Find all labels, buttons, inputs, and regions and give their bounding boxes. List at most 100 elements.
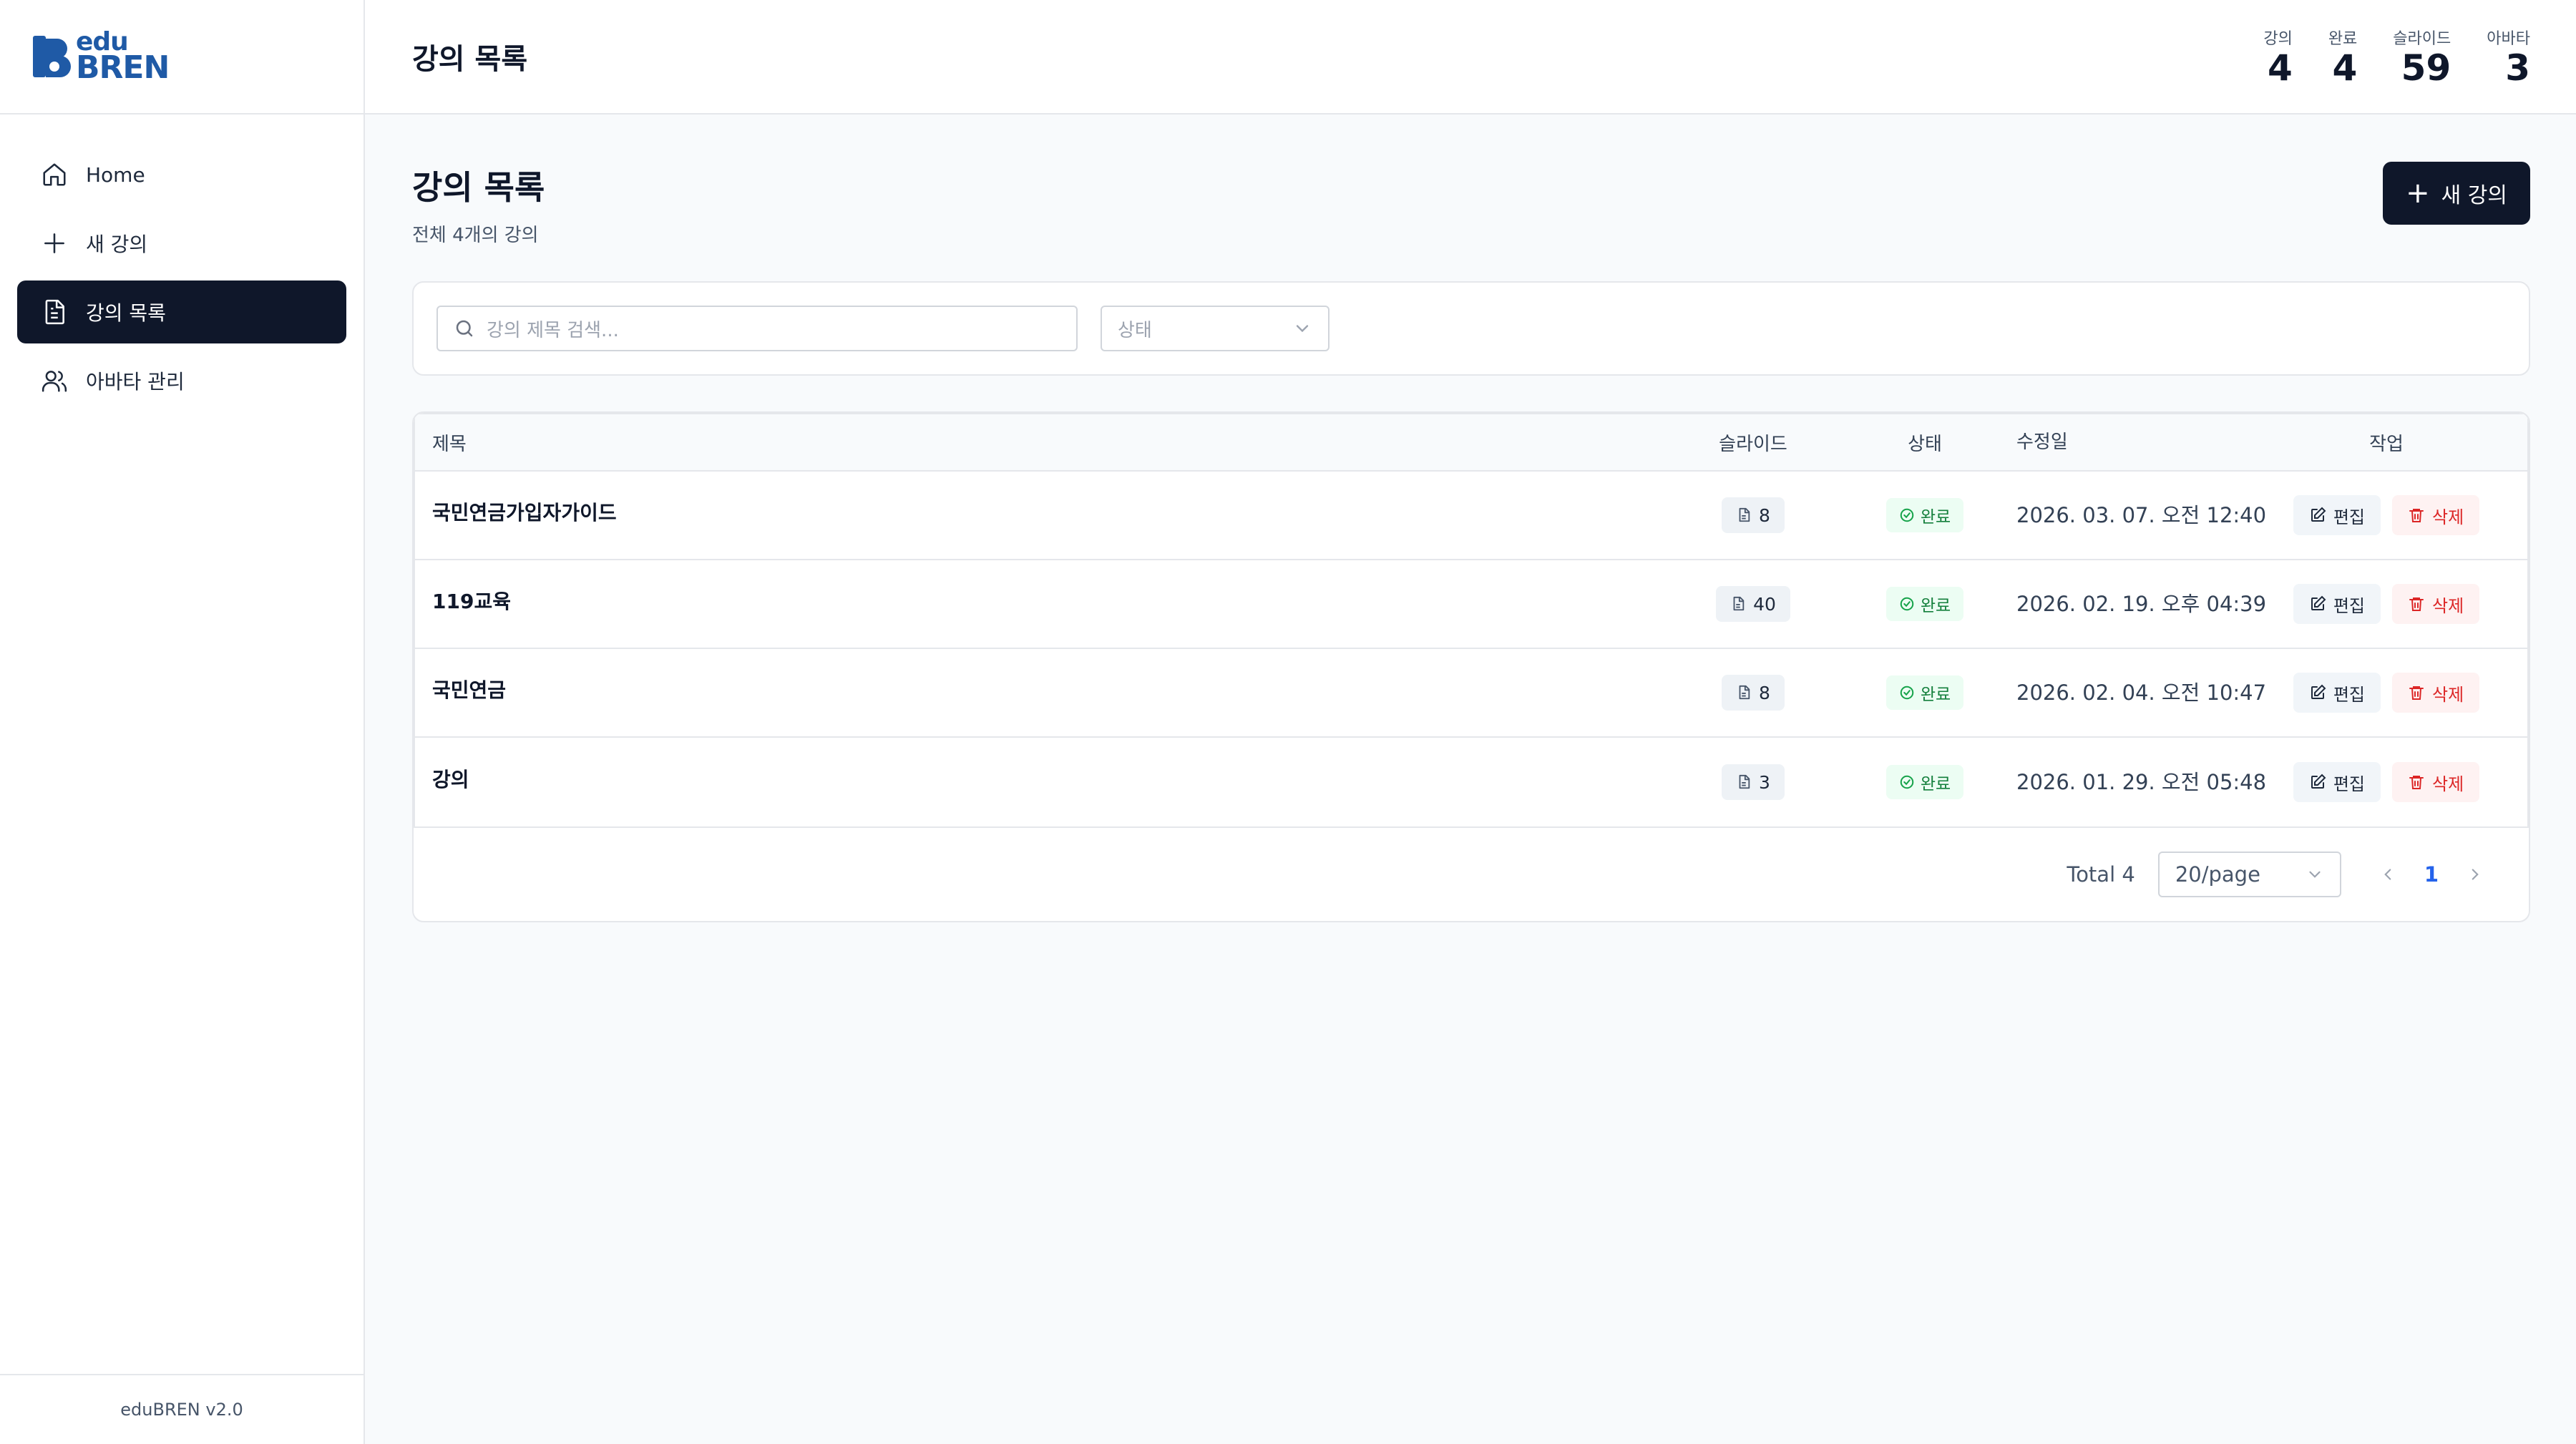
stat-label: 아바타: [2487, 29, 2530, 48]
trash-icon: [2409, 686, 2424, 700]
delete-button[interactable]: 삭제: [2392, 495, 2480, 535]
logo-mark: edu BREN: [33, 29, 170, 86]
slide-count: 8: [1759, 682, 1770, 703]
status-select[interactable]: 상태: [1101, 306, 1330, 351]
edit-button[interactable]: 편집: [2293, 673, 2381, 713]
status-badge: 완료: [1885, 498, 1964, 532]
delete-button[interactable]: 삭제: [2392, 673, 2480, 713]
file-icon: [1739, 774, 1750, 789]
table-row[interactable]: 119교육 40 완료 2026. 02. 19. 오후 04:39 편집 삭제: [415, 560, 2527, 649]
next-page-button[interactable]: [2464, 864, 2486, 885]
edit-button[interactable]: 편집: [2293, 762, 2381, 802]
chevron-down-icon: [2309, 871, 2321, 878]
new-lecture-label: 새 강의: [2441, 183, 2507, 208]
plus-icon: +: [2406, 177, 2430, 210]
document-icon: [40, 298, 69, 326]
modified-date: 2026. 02. 19. 오후 04:39: [2016, 592, 2267, 616]
search-input[interactable]: 강의 제목 검색...: [436, 306, 1078, 351]
column-header-title[interactable]: 제목: [415, 429, 1667, 456]
check-circle-icon: [1900, 508, 1914, 522]
logo-bren-text: BREN: [76, 49, 170, 86]
prev-page-button[interactable]: [2377, 864, 2399, 885]
stat-value: 3: [2505, 47, 2530, 89]
check-circle-icon: [1900, 775, 1914, 789]
slide-count-badge: 40: [1716, 586, 1790, 622]
delete-button[interactable]: 삭제: [2392, 762, 2480, 802]
status-badge: 완료: [1885, 765, 1964, 799]
table-row[interactable]: 국민연금 8 완료 2026. 02. 04. 오전 10:47 편집 삭제: [415, 649, 2527, 738]
slide-count: 8: [1759, 504, 1770, 526]
stat-slides: 슬라이드 59: [2393, 26, 2451, 88]
edit-icon: [2311, 507, 2326, 522]
status-label: 완료: [1920, 686, 1951, 704]
stat-completed: 완료 4: [2328, 26, 2357, 88]
edit-label: 편집: [2333, 507, 2365, 527]
column-header-slides[interactable]: 슬라이드: [1667, 429, 1839, 456]
search-icon: [456, 320, 473, 337]
trash-icon: [2409, 597, 2424, 611]
status-label: 완료: [1920, 597, 1951, 615]
sidebar-item-avatars[interactable]: 아바타 관리: [17, 349, 346, 412]
sidebar-item-lecture-list[interactable]: 강의 목록: [17, 280, 346, 343]
page-subtitle: 전체 4개의 강의: [412, 225, 539, 246]
table-row[interactable]: 국민연금가입자가이드 8 완료 2026. 03. 07. 오전 12:40 편…: [415, 472, 2527, 560]
sidebar: edu BREN Home 새 강의 강의 목록 아바타 관리 eduBREN …: [0, 0, 365, 1444]
status-label: 완료: [1920, 775, 1951, 794]
sidebar-item-new-lecture[interactable]: 새 강의: [17, 212, 346, 275]
modified-date: 2026. 01. 29. 오전 05:48: [2016, 770, 2267, 794]
lecture-title[interactable]: 국민연금가입자가이드: [415, 497, 1667, 526]
modified-date: 2026. 02. 04. 오전 10:47: [2016, 680, 2267, 705]
stat-value: 4: [2332, 47, 2358, 89]
status-badge: 완료: [1885, 675, 1964, 710]
stat-label: 완료: [2328, 29, 2358, 48]
lecture-title[interactable]: 119교육: [415, 586, 1667, 615]
page-size-select[interactable]: 20/page: [2157, 852, 2341, 897]
edit-label: 편집: [2333, 595, 2365, 616]
chevron-down-icon: [1296, 325, 1309, 333]
delete-label: 삭제: [2432, 774, 2464, 794]
page-size-value: 20/page: [2175, 862, 2260, 887]
slide-count-badge: 8: [1722, 675, 1785, 711]
chevron-left-icon: [2384, 869, 2391, 880]
brand-logo[interactable]: edu BREN: [0, 0, 364, 114]
stat-label: 강의: [2263, 29, 2293, 48]
edit-button[interactable]: 편집: [2293, 584, 2381, 624]
page-header: 강의 목록 전체 4개의 강의 + 새 강의: [412, 162, 2530, 247]
table-row[interactable]: 강의 3 완료 2026. 01. 29. 오전 05:48 편집 삭제: [415, 738, 2527, 826]
lecture-title[interactable]: 강의: [415, 764, 1667, 793]
chevron-right-icon: [2472, 869, 2479, 880]
pagination: Total 4 20/page 1: [414, 828, 2529, 921]
column-header-date[interactable]: 수정일: [2011, 426, 2268, 459]
check-circle-icon: [1900, 597, 1914, 611]
slide-count: 40: [1753, 593, 1776, 615]
column-header-status[interactable]: 상태: [1839, 429, 2011, 456]
top-header: 강의 목록 강의 4 완료 4 슬라이드 59 아바타 3: [365, 0, 2576, 114]
sidebar-item-label: 새 강의: [86, 233, 148, 256]
lecture-table: 제목 슬라이드 상태 수정일 작업 국민연금가입자가이드 8 완료 2026. …: [414, 413, 2529, 828]
pagination-total: Total 4: [2067, 862, 2135, 887]
lecture-title[interactable]: 국민연금: [415, 675, 1667, 703]
delete-label: 삭제: [2432, 595, 2464, 616]
file-icon: [1739, 507, 1750, 522]
home-icon: [40, 160, 69, 189]
trash-icon: [2409, 509, 2424, 522]
stat-value: 59: [2401, 47, 2451, 89]
edit-label: 편집: [2333, 774, 2365, 794]
file-icon: [1733, 596, 1745, 611]
edit-button[interactable]: 편집: [2293, 495, 2381, 535]
sidebar-item-label: 강의 목록: [86, 301, 166, 325]
status-badge: 완료: [1885, 587, 1964, 621]
page-number-current[interactable]: 1: [2424, 862, 2439, 887]
logo-b-icon: [33, 34, 73, 79]
new-lecture-button[interactable]: + 새 강의: [2383, 162, 2530, 225]
stat-avatars: 아바타 3: [2487, 26, 2530, 88]
sidebar-item-label: Home: [86, 162, 145, 187]
lecture-table-card: 제목 슬라이드 상태 수정일 작업 국민연금가입자가이드 8 완료 2026. …: [412, 411, 2530, 922]
check-circle-icon: [1900, 686, 1914, 700]
column-header-actions: 작업: [2369, 433, 2404, 455]
plus-icon: [40, 229, 69, 258]
sidebar-item-home[interactable]: Home: [17, 143, 346, 206]
slide-count-badge: 8: [1722, 497, 1785, 533]
edit-icon: [2311, 774, 2326, 789]
delete-button[interactable]: 삭제: [2392, 584, 2480, 624]
